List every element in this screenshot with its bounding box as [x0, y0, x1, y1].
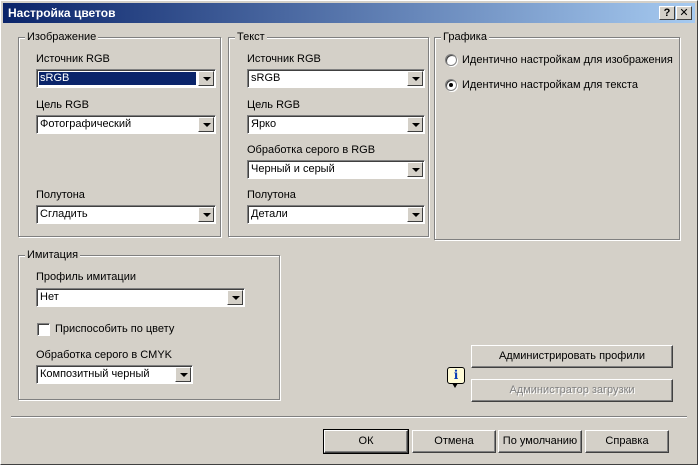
chevron-down-icon[interactable]: [198, 71, 214, 86]
info-icon: i: [447, 367, 465, 388]
text-gray-value: Черный и серый: [251, 163, 335, 175]
chevron-down-icon[interactable]: [198, 117, 214, 132]
image-source-label: Источник RGB: [36, 53, 110, 65]
text-group: Текст Источник RGB sRGB Цель RGB Ярко Об…: [228, 31, 429, 237]
image-group: Изображение Источник RGB sRGB Цель RGB Ф…: [18, 31, 221, 237]
radio-same-as-image-label[interactable]: Идентично настройкам для изображения: [462, 54, 673, 67]
text-source-value: sRGB: [251, 72, 281, 84]
radio-same-as-text[interactable]: [445, 79, 457, 91]
emulation-profile-select[interactable]: Нет: [36, 288, 245, 307]
close-icon[interactable]: ✕: [676, 6, 692, 20]
text-target-value: Ярко: [251, 118, 277, 130]
radio-same-as-image[interactable]: [445, 54, 457, 66]
window-title: Настройка цветов: [8, 6, 116, 20]
title-bar[interactable]: Настройка цветов ? ✕: [3, 3, 695, 23]
image-target-select[interactable]: Фотографический: [36, 115, 216, 134]
image-target-value: Фотографический: [40, 118, 132, 130]
emulation-profile-label: Профиль имитации: [36, 271, 137, 283]
emulation-group: Имитация Профиль имитации Нет Приспособи…: [18, 249, 280, 400]
image-source-select[interactable]: sRGB: [36, 69, 216, 88]
image-source-value: sRGB: [39, 72, 196, 85]
text-target-select[interactable]: Ярко: [247, 115, 425, 134]
text-halftone-label: Полутона: [247, 189, 296, 201]
match-color-checkbox[interactable]: [37, 323, 50, 336]
chevron-down-icon[interactable]: [407, 162, 423, 177]
defaults-button[interactable]: По умолчанию: [498, 430, 582, 453]
match-color-label[interactable]: Приспособить по цвету: [55, 323, 174, 336]
image-group-legend: Изображение: [25, 31, 99, 44]
graphics-group-legend: Графика: [441, 31, 489, 44]
chevron-down-icon[interactable]: [407, 117, 423, 132]
chevron-down-icon[interactable]: [407, 207, 423, 222]
text-gray-select[interactable]: Черный и серый: [247, 160, 425, 179]
cancel-button[interactable]: Отмена: [412, 430, 496, 453]
image-target-label: Цель RGB: [36, 99, 89, 111]
text-target-label: Цель RGB: [247, 99, 300, 111]
emulation-group-legend: Имитация: [25, 249, 81, 262]
chevron-down-icon[interactable]: [407, 71, 423, 86]
text-source-label: Источник RGB: [247, 53, 321, 65]
radio-same-as-text-label[interactable]: Идентично настройкам для текста: [462, 79, 638, 92]
image-halftone-value: Сгладить: [40, 208, 88, 220]
footer-separator: [11, 416, 687, 418]
image-halftone-label: Полутона: [36, 189, 85, 201]
text-gray-label: Обработка серого в RGB: [247, 144, 376, 156]
help-button[interactable]: Справка: [585, 430, 669, 453]
chevron-down-icon[interactable]: [227, 290, 243, 305]
text-halftone-value: Детали: [251, 208, 288, 220]
help-icon[interactable]: ?: [659, 6, 675, 20]
graphics-group: Графика Идентично настройкам для изображ…: [434, 31, 680, 240]
cmyk-gray-label: Обработка серого в CMYK: [36, 349, 173, 361]
manage-profiles-button[interactable]: Администрировать профили: [471, 345, 673, 368]
cmyk-gray-value: Композитный черный: [40, 368, 150, 380]
color-settings-dialog: Настройка цветов ? ✕ Изображение Источни…: [0, 0, 698, 465]
download-manager-button[interactable]: Администратор загрузки: [471, 379, 673, 402]
cmyk-gray-select[interactable]: Композитный черный: [36, 365, 193, 384]
ok-button[interactable]: ОК: [323, 429, 409, 454]
text-source-select[interactable]: sRGB: [247, 69, 425, 88]
emulation-profile-value: Нет: [40, 291, 59, 303]
text-group-legend: Текст: [235, 31, 267, 44]
chevron-down-icon[interactable]: [175, 367, 191, 382]
chevron-down-icon[interactable]: [198, 207, 214, 222]
image-halftone-select[interactable]: Сгладить: [36, 205, 216, 224]
text-halftone-select[interactable]: Детали: [247, 205, 425, 224]
